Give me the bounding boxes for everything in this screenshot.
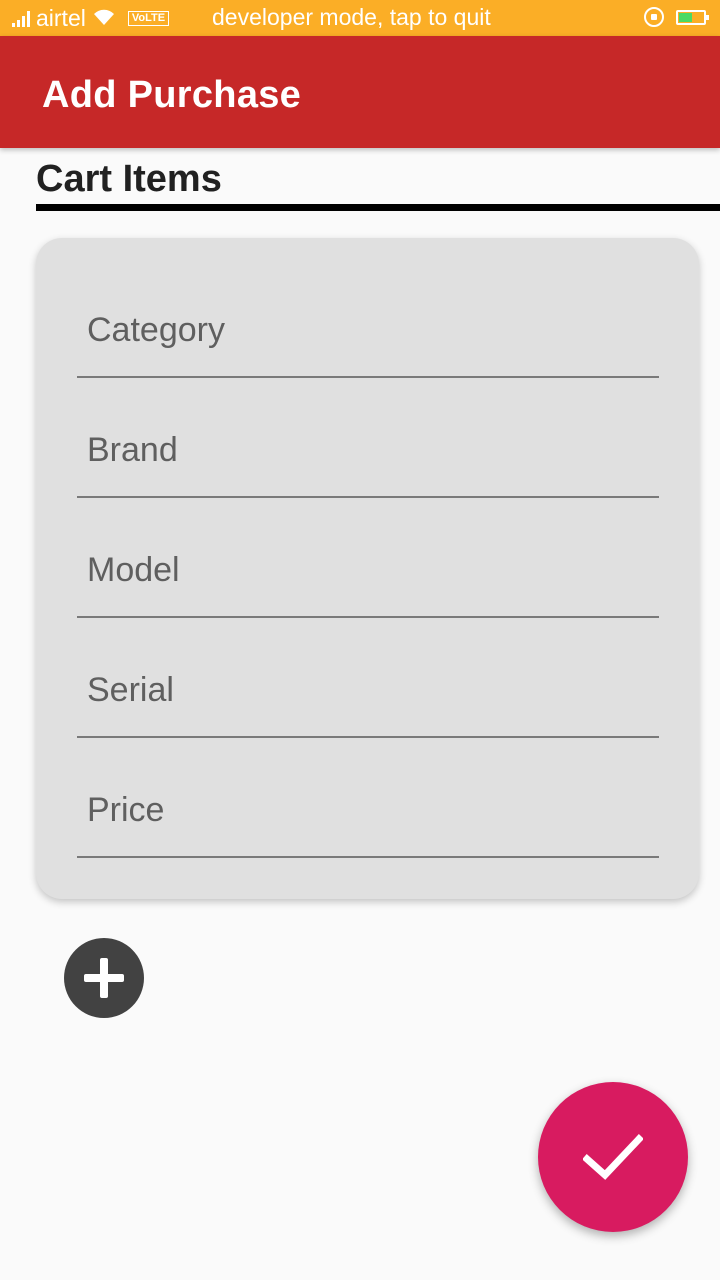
- serial-field: [77, 618, 659, 738]
- wifi-icon: [92, 5, 116, 32]
- page-title: Add Purchase: [42, 74, 302, 116]
- brand-input[interactable]: [87, 431, 647, 470]
- cart-items-heading: Cart Items: [36, 158, 222, 200]
- signal-icon: [12, 11, 30, 27]
- model-input[interactable]: [87, 551, 647, 590]
- category-field: [77, 258, 659, 378]
- section-divider: [36, 204, 720, 211]
- plus-icon-stem: [100, 958, 108, 998]
- category-input[interactable]: [87, 311, 647, 350]
- status-right: [644, 7, 709, 27]
- cart-item-card: [36, 238, 699, 899]
- app-bar: Add Purchase: [0, 36, 720, 148]
- add-item-button[interactable]: [64, 938, 144, 1018]
- volte-badge: VoLTE: [127, 10, 170, 26]
- serial-input[interactable]: [87, 671, 647, 710]
- brand-field: [77, 378, 659, 498]
- price-field: [77, 738, 659, 858]
- status-left: airtel VoLTE: [12, 4, 170, 32]
- submit-purchase-button[interactable]: [538, 1082, 688, 1232]
- status-bar: airtel VoLTE developer mode, tap to quit: [0, 0, 720, 36]
- check-icon: [583, 1134, 643, 1180]
- battery-icon: [676, 9, 709, 25]
- carrier-name: airtel: [36, 4, 86, 31]
- price-input[interactable]: [87, 791, 647, 830]
- model-field: [77, 498, 659, 618]
- developer-mode-notice[interactable]: developer mode, tap to quit: [212, 4, 491, 31]
- rotation-lock-icon: [644, 7, 664, 27]
